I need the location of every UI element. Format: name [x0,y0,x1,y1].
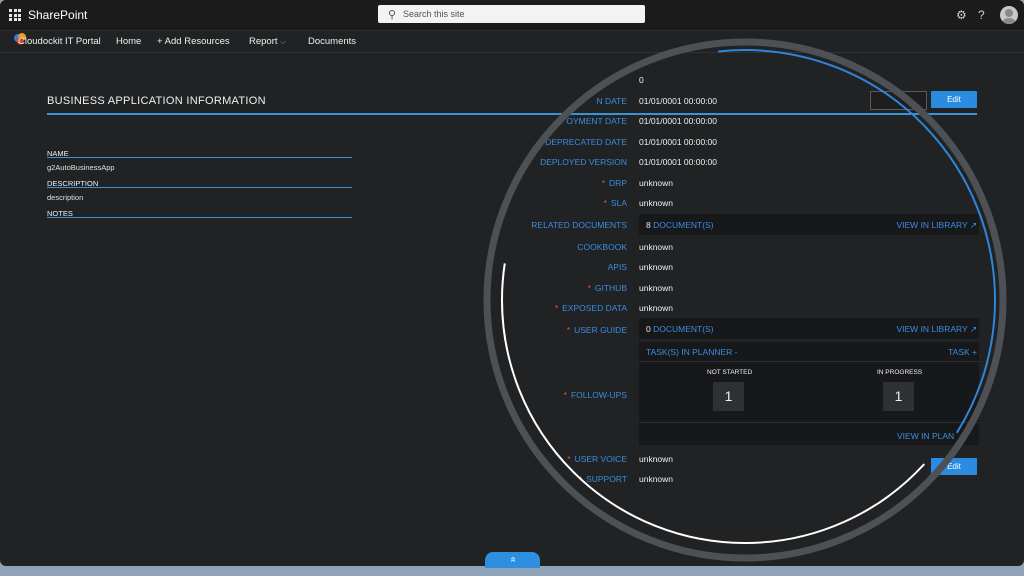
double-chevron-up-icon: » [507,556,518,563]
help-icon[interactable]: ? [978,8,985,22]
edit-button-top[interactable]: Edit [931,91,977,108]
search-icon: ⚲ [388,9,397,21]
section-divider [47,113,977,115]
in-progress-count: 1 [883,382,914,411]
nav-documents[interactable]: Documents [308,36,356,47]
date1-label: N DATE [596,96,627,106]
required-marker: * [578,474,583,484]
nav-add-resources[interactable]: + Add Resources [157,36,230,47]
notes-underline [47,217,352,218]
follow-ups-divider [639,361,979,362]
cookbook-label: COOKBOOK [577,242,627,252]
github-label: * GITHUB [587,283,627,293]
description-underline [47,187,352,188]
name-underline [47,157,352,158]
drp-label: * DRP [601,178,627,188]
related-documents-count: 8 DOCUMENT(S) [646,220,714,230]
suite-bar: SharePoint ⚲ Search this site ⚙ ? [0,0,1024,31]
cookbook-value: unknown [639,242,674,252]
follow-ups-label: * FOLLOW-UPS [563,390,627,400]
follow-ups-panel: TASK(S) IN PLANNER - TASK + NOT STARTED … [639,342,979,445]
required-marker: * [601,178,606,188]
user-voice-value: unknown [639,454,674,464]
related-documents-panel: 8 DOCUMENT(S) VIEW IN LIBRARY ↗ [639,214,979,235]
follow-ups-divider-bottom [639,422,979,423]
date2-value: 01/01/0001 00:00:00 [639,116,717,126]
site-name-link[interactable]: Cloudockit IT Portal [18,36,101,47]
user-guide-view-library-link[interactable]: VIEW IN LIBRARY ↗ [896,324,977,335]
drp-value: unknown [639,178,674,188]
in-progress-label: IN PROGRESS [877,369,923,376]
user-avatar[interactable] [1000,6,1018,24]
required-marker: * [603,198,607,208]
external-link-icon: ↗ [969,220,977,230]
exposed-data-label: * EXPOSED DATA [554,303,627,313]
view-in-library-link[interactable]: VIEW IN LIBRARY ↗ [896,220,977,231]
user-guide-panel: 0 DOCUMENT(S) VIEW IN LIBRARY ↗ [639,318,979,339]
search-placeholder: Search this site [403,9,465,19]
add-task-button[interactable]: TASK + [948,347,977,357]
magnifier-ring [483,38,1007,562]
description-value: description [47,193,84,202]
support-value: unknown [639,474,674,484]
top-value: 0 [639,75,644,85]
not-started-count: 1 [713,382,744,411]
deprecated-date-value: 01/01/0001 00:00:00 [639,137,717,147]
apis-value: unknown [639,262,674,272]
not-started-label: NOT STARTED [707,369,753,376]
name-value: g2AutoBusinessApp [47,163,115,172]
view-in-planner-link[interactable]: VIEW IN PLAN [897,431,954,441]
magnifier-ring-inner [501,56,989,544]
sla-value: unknown [639,198,674,208]
related-documents-link[interactable]: DOCUMENT(S) [653,220,713,230]
user-guide-label: * USER GUIDE [566,325,627,335]
required-marker: * [566,325,571,335]
search-box[interactable]: ⚲ Search this site [378,5,645,23]
magnifier-ring-outer [483,38,1007,562]
user-guide-count: 0 DOCUMENT(S) [646,324,714,334]
apis-label: APIS [607,262,627,272]
required-marker: * [567,454,571,464]
nav-home[interactable]: Home [116,36,141,47]
app-name[interactable]: SharePoint [28,8,87,22]
user-guide-link[interactable]: DOCUMENT(S) [653,324,713,334]
settings-gear-icon[interactable]: ⚙ [956,8,967,22]
app-launcher-icon[interactable] [9,9,21,21]
deployed-version-label: DEPLOYED VERSION [540,157,627,167]
github-value: unknown [639,283,674,293]
scroll-up-button[interactable]: » [485,552,540,568]
user-voice-label: * USER VOICE [567,454,627,464]
date2-label: OYMENT DATE [566,116,627,126]
app-window: SharePoint ⚲ Search this site ⚙ ? Cloudo… [0,0,1024,566]
site-nav: Cloudockit IT Portal Home + Add Resource… [0,30,1024,53]
edit-button-bottom[interactable]: Edit [931,458,977,475]
partial-input-field[interactable] [870,91,927,110]
chevron-down-icon: ⌵ [280,37,287,46]
date1-value: 01/01/0001 00:00:00 [639,96,717,106]
sla-label: * SLA [603,198,627,208]
deprecated-date-label: DEPRECATED DATE [545,137,627,147]
external-link-icon: ↗ [969,324,977,334]
tasks-in-planner-link[interactable]: TASK(S) IN PLANNER - [646,347,737,357]
required-marker: * [554,303,559,313]
section-title: BUSINESS APPLICATION INFORMATION [47,95,266,107]
exposed-data-value: unknown [639,303,674,313]
required-marker: * [587,283,591,293]
related-documents-label: RELATED DOCUMENTS [531,220,627,230]
nav-report-label: Report [249,36,278,47]
support-label: * SUPPORT [578,474,627,484]
nav-report[interactable]: Report ⌵ [249,36,286,47]
required-marker: * [563,390,567,400]
deployed-version-value: 01/01/0001 00:00:00 [639,157,717,167]
